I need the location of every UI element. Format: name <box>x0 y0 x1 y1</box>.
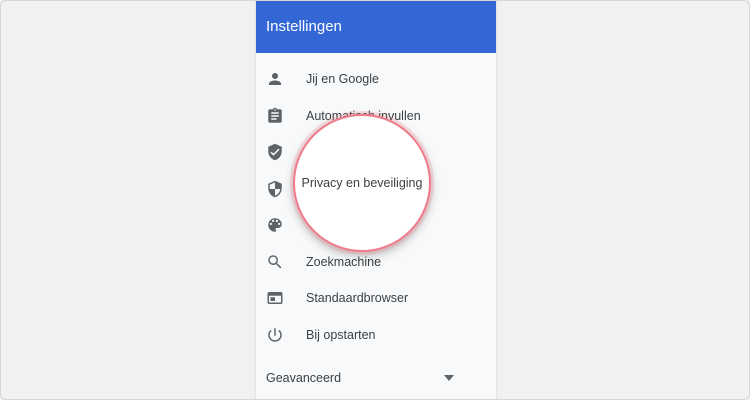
advanced-toggle[interactable]: Geavanceerd <box>256 363 496 393</box>
person-icon <box>266 70 284 88</box>
menu-item-label: Bij opstarten <box>306 327 376 342</box>
menu-item-you-and-google[interactable]: Jij en Google <box>256 61 496 98</box>
power-icon <box>266 326 284 344</box>
settings-header: Instellingen <box>256 1 496 53</box>
clipboard-icon <box>266 107 284 125</box>
magnified-privacy-label[interactable]: Privacy en beveiliging <box>302 176 423 190</box>
shield-half-icon <box>266 180 284 198</box>
page-title: Instellingen <box>266 18 342 35</box>
menu-item-default-browser[interactable]: Standaardbrowser <box>256 280 496 317</box>
window-frame: Instellingen Jij en Google Automatisch i… <box>0 0 750 400</box>
shield-check-icon <box>266 143 284 161</box>
search-icon <box>266 253 284 271</box>
browser-window-icon <box>266 289 284 307</box>
menu-item-on-startup[interactable]: Bij opstarten <box>256 317 496 354</box>
menu-item-label: Zoekmachine <box>306 254 382 269</box>
advanced-label: Geavanceerd <box>266 371 342 385</box>
menu-item-label: Standaardbrowser <box>306 291 409 306</box>
palette-icon <box>266 216 284 234</box>
caret-down-icon <box>444 375 454 381</box>
menu-item-label: Jij en Google <box>306 72 379 87</box>
highlight-magnifier: Privacy en beveiliging <box>293 114 431 252</box>
